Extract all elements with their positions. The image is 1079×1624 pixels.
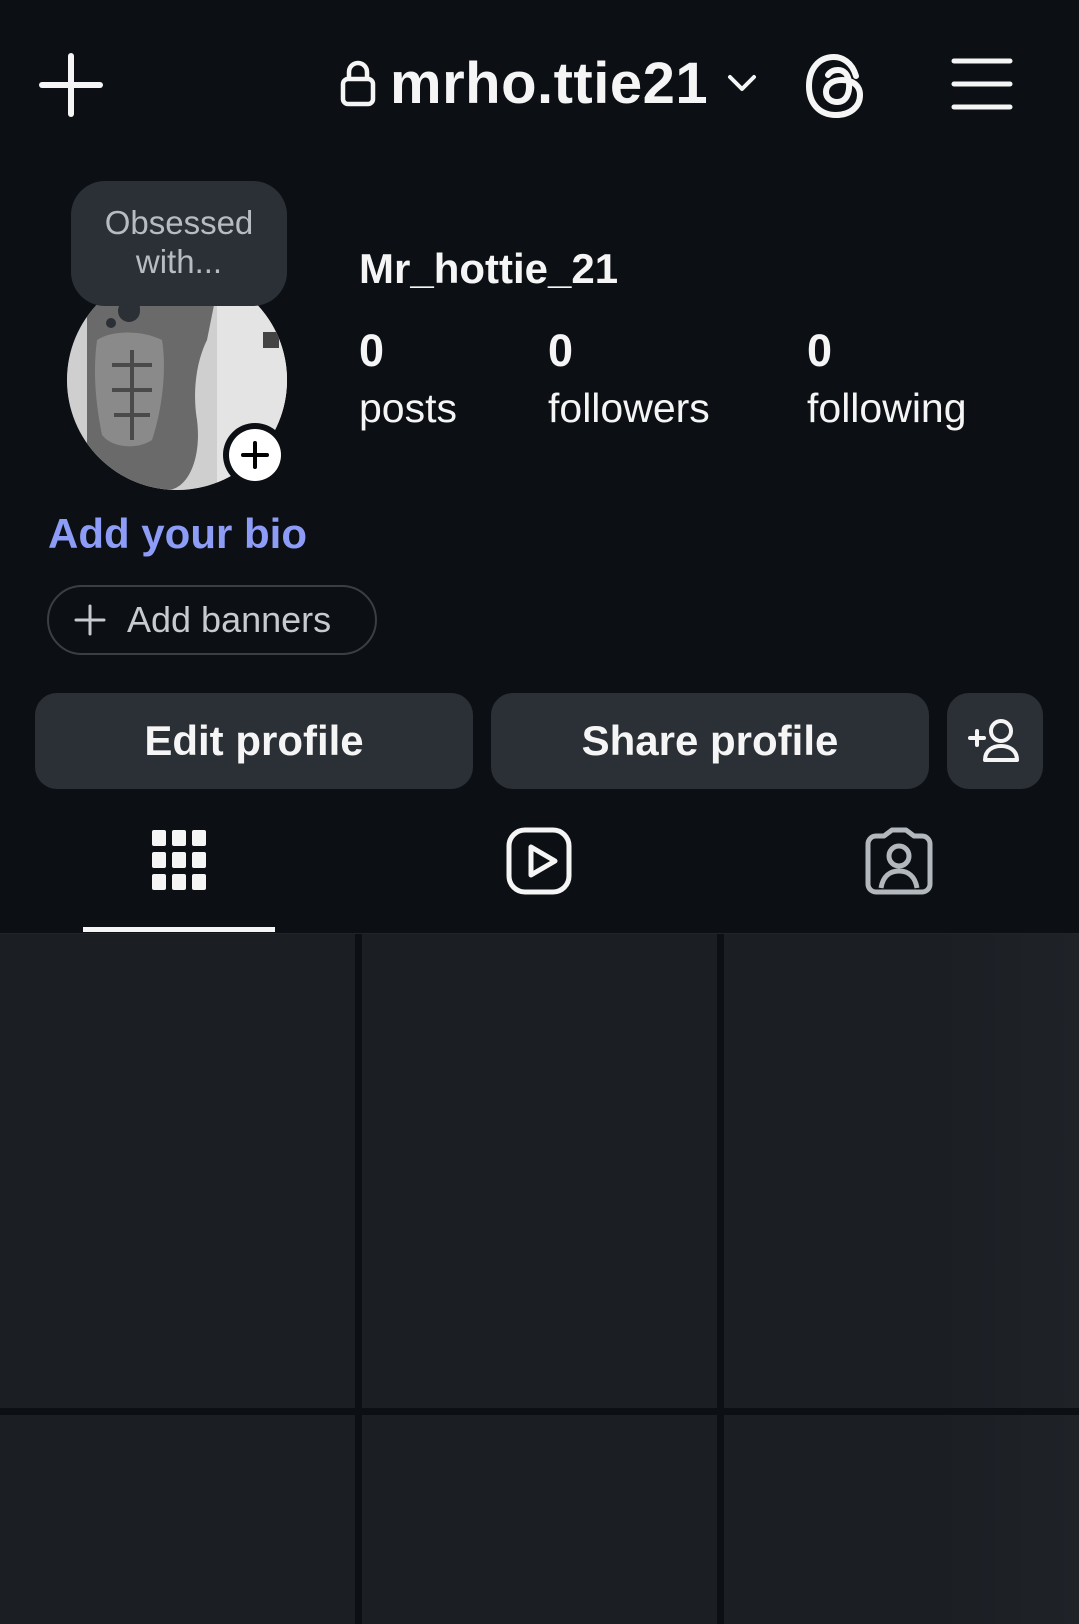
stat-posts[interactable]: 0 posts [359, 326, 457, 434]
tab-reels[interactable] [504, 826, 574, 896]
plus-icon [241, 441, 269, 469]
account-switcher[interactable]: mrho.ttie21 [340, 48, 760, 118]
stat-following-label: following [807, 385, 967, 431]
stat-followers[interactable]: 0 followers [548, 326, 710, 434]
share-profile-button[interactable]: Share profile [491, 693, 929, 789]
stat-posts-value: 0 [359, 325, 385, 376]
grid-placeholder-cell [724, 934, 1079, 1408]
profile-display-name: Mr_hottie_21 [359, 245, 619, 292]
grid-placeholder-cell [724, 1415, 1079, 1624]
edit-profile-button[interactable]: Edit profile [35, 693, 473, 789]
note-text-line2: with... [135, 243, 223, 280]
add-bio-link[interactable]: Add your bio [48, 510, 307, 558]
header-username: mrho.ttie21 [390, 50, 709, 116]
posts-grid [0, 934, 1079, 1624]
tagged-icon [865, 827, 933, 895]
reels-icon [506, 827, 572, 895]
grid-placeholder-cell [0, 1415, 355, 1624]
add-banners-button[interactable]: Add banners [47, 585, 377, 655]
lock-icon [340, 60, 376, 107]
note-bubble-tail-small [106, 318, 116, 328]
tab-tagged[interactable] [864, 826, 934, 896]
stat-posts-label: posts [359, 385, 457, 431]
threads-icon [805, 53, 864, 119]
add-user-icon [968, 719, 1019, 762]
stat-following-value: 0 [807, 325, 833, 376]
grid-placeholder-cell [0, 934, 355, 1408]
note-text-line1: Obsessed [104, 204, 254, 241]
stat-following[interactable]: 0 following [807, 326, 967, 434]
add-banners-label: Add banners [127, 599, 332, 640]
grid-placeholder-cell [362, 1415, 717, 1624]
stat-followers-label: followers [548, 385, 710, 431]
plus-icon [39, 53, 103, 117]
create-plus-button[interactable] [36, 50, 106, 120]
stat-followers-value: 0 [548, 325, 574, 376]
active-tab-indicator [83, 927, 275, 932]
menu-icon [951, 58, 1013, 110]
tab-posts-grid[interactable] [144, 826, 214, 896]
note-bubble-tail [118, 300, 140, 322]
threads-button[interactable] [804, 52, 870, 120]
plus-icon [74, 604, 106, 636]
share-profile-label: Share profile [581, 717, 839, 764]
grid-placeholder-cell [362, 934, 717, 1408]
add-story-button[interactable] [223, 423, 287, 487]
edit-profile-label: Edit profile [144, 717, 364, 764]
menu-button[interactable] [950, 55, 1014, 113]
grid-icon [152, 830, 206, 890]
note-bubble[interactable]: Obsessed with... [71, 181, 287, 306]
chevron-down-icon [728, 75, 757, 91]
discover-people-button[interactable] [947, 693, 1043, 789]
